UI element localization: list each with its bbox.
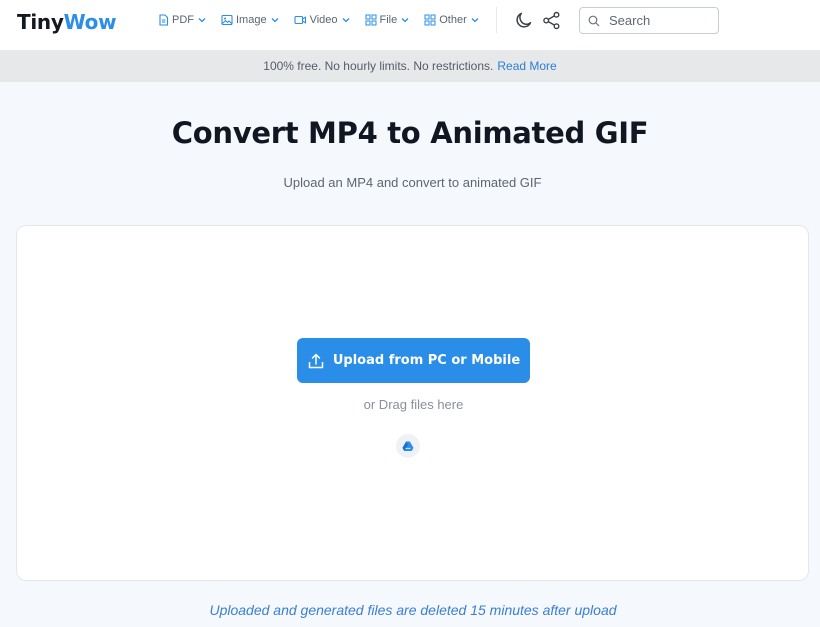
menu-item-pdf[interactable]: PDF [158, 14, 206, 26]
menu-item-label: File [379, 14, 398, 26]
search-icon [588, 15, 600, 26]
nav-divider [496, 7, 497, 33]
upload-from-pc-button[interactable]: Upload from PC or Mobile [297, 338, 530, 383]
menu-item-label: Other [439, 14, 467, 26]
file-dropzone[interactable]: Upload from PC or Mobile or Drag files h… [16, 225, 809, 581]
google-drive-button[interactable] [396, 434, 420, 458]
share-icon[interactable] [542, 11, 561, 30]
banner-text: 100% free. No hourly limits. No restrict… [263, 59, 494, 73]
main-menu: PDF Image Video File Other [158, 12, 494, 28]
grid-icon [365, 14, 377, 26]
file-retention-notice: Uploaded and generated files are deleted… [209, 602, 617, 618]
chevron-down-icon [198, 18, 206, 23]
document-icon [159, 14, 169, 26]
top-navigation: TinyWow PDF Image Video File Other Searc… [0, 0, 820, 50]
logo-part-wow: Wow [63, 10, 117, 34]
google-drive-icon [402, 441, 414, 451]
menu-item-label: Video [309, 14, 338, 26]
page-subtitle: Upload an MP4 and convert to animated GI… [283, 175, 542, 190]
promo-banner: 100% free. No hourly limits. No restrict… [0, 50, 820, 82]
read-more-link[interactable]: Read More [497, 59, 556, 73]
menu-item-video[interactable]: Video [294, 14, 350, 26]
tinywow-logo[interactable]: TinyWow [17, 10, 117, 34]
video-icon [294, 15, 306, 25]
chevron-down-icon [401, 18, 409, 23]
grid-icon [424, 14, 436, 26]
image-icon [221, 14, 233, 26]
menu-item-file[interactable]: File [365, 14, 410, 26]
chevron-down-icon [271, 18, 279, 23]
upload-button-label: Upload from PC or Mobile [332, 353, 521, 368]
chevron-down-icon [471, 18, 479, 23]
menu-item-label: PDF [172, 14, 194, 26]
logo-part-tiny: Tiny [17, 10, 64, 34]
menu-item-image[interactable]: Image [221, 14, 279, 26]
menu-item-other[interactable]: Other [424, 14, 479, 26]
search-box[interactable] [579, 7, 719, 34]
search-input[interactable] [609, 13, 709, 28]
page-title: Convert MP4 to Animated GIF [171, 116, 649, 150]
chevron-down-icon [342, 18, 349, 23]
upload-icon [308, 353, 324, 368]
menu-item-label: Image [236, 14, 267, 26]
dark-mode-moon-icon[interactable] [514, 11, 533, 30]
drag-files-text: or Drag files here [363, 397, 464, 412]
